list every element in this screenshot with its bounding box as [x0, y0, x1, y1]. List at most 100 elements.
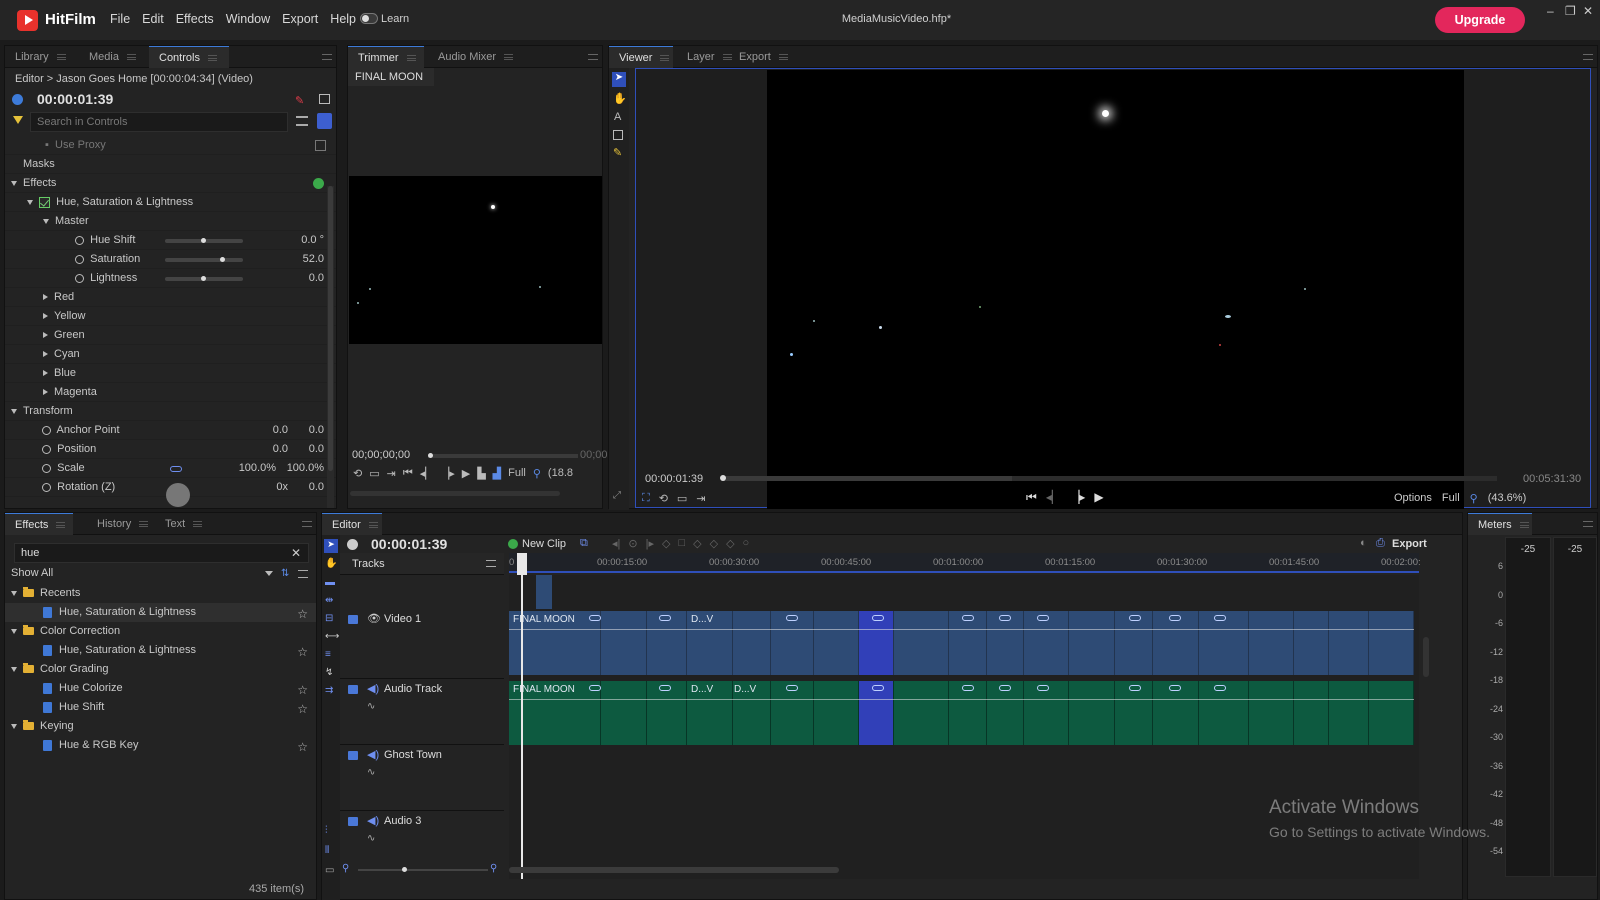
- circle-icon[interactable]: ○: [743, 537, 750, 550]
- zoom-out-icon[interactable]: ⚲: [342, 863, 349, 874]
- master-row[interactable]: Master: [5, 212, 336, 231]
- channel-magenta[interactable]: Magenta: [5, 383, 336, 402]
- tab-export[interactable]: Export: [729, 46, 799, 68]
- slide-tool-icon[interactable]: ⊟: [325, 613, 333, 624]
- overlay-icon[interactable]: ⇥: [387, 467, 396, 480]
- fullscreen-icon[interactable]: ⛶: [642, 492, 650, 505]
- effect-item[interactable]: Hue & RGB Key ☆: [5, 736, 316, 755]
- controls-scrollbar[interactable]: [327, 186, 334, 508]
- marker-icon[interactable]: ⊙: [628, 537, 637, 550]
- rotation-degrees-value[interactable]: 0.0: [309, 478, 324, 497]
- speaker-icon[interactable]: ◀): [367, 682, 379, 695]
- timeline-clip[interactable]: [1369, 681, 1414, 745]
- keyframe-icon[interactable]: [42, 482, 51, 492]
- transform-row[interactable]: Transform: [5, 402, 336, 421]
- timeline-clip[interactable]: [1369, 611, 1414, 675]
- timeline-clip[interactable]: [1249, 681, 1294, 745]
- rotation-dial[interactable]: [166, 483, 190, 507]
- trimmer-zoom[interactable]: (18.8: [548, 467, 573, 480]
- close-button[interactable]: ✕: [1583, 4, 1593, 18]
- panel-menu-icon[interactable]: [302, 521, 312, 527]
- timeline-clip[interactable]: [1294, 611, 1329, 675]
- link-icon[interactable]: [1037, 685, 1049, 691]
- keyframe-icon[interactable]: [75, 235, 84, 245]
- timeline-clip[interactable]: [1329, 611, 1369, 675]
- render-icon[interactable]: ◐: [1360, 537, 1367, 549]
- tab-media[interactable]: Media: [79, 46, 149, 68]
- favorite-star-icon[interactable]: ☆: [297, 738, 308, 757]
- list-menu-icon[interactable]: [298, 570, 308, 578]
- keyframe-icon[interactable]: [42, 444, 51, 454]
- playhead-handle[interactable]: [517, 553, 527, 575]
- timeline-vscroll[interactable]: [1423, 637, 1429, 677]
- pen-tool-icon[interactable]: ✎: [613, 146, 622, 159]
- timeline-clip[interactable]: [733, 611, 771, 675]
- slice-tool-icon[interactable]: ▬: [325, 577, 335, 588]
- minimize-button[interactable]: –: [1547, 4, 1554, 18]
- lightness-value[interactable]: 0.0: [309, 269, 324, 288]
- link-icon[interactable]: [1214, 615, 1226, 621]
- step-forward-icon[interactable]: ▕▸: [441, 467, 455, 480]
- overlay-icon[interactable]: ⇥: [696, 492, 705, 505]
- effect-hsl-row[interactable]: Hue, Saturation & Lightness: [5, 193, 336, 212]
- zoom-icon[interactable]: ⚲: [1470, 492, 1478, 505]
- link-icon[interactable]: [1129, 615, 1141, 621]
- playhead[interactable]: [521, 553, 523, 879]
- audio-track-lane[interactable]: FINAL MOON D...V D...V: [509, 681, 1419, 745]
- trimmer-hscroll[interactable]: [350, 491, 560, 496]
- channel-red[interactable]: Red: [5, 288, 336, 307]
- timeline-clip[interactable]: [1329, 681, 1369, 745]
- go-start-icon[interactable]: ⏮: [1026, 490, 1037, 505]
- clear-search-icon[interactable]: ✕: [291, 546, 301, 560]
- timeline-zoom-slider[interactable]: [358, 867, 488, 872]
- viewer-quality[interactable]: Full: [1442, 492, 1460, 505]
- scale-x-value[interactable]: 100.0%: [239, 459, 276, 478]
- scale-y-value[interactable]: 100.0%: [287, 459, 324, 478]
- effect-item[interactable]: Hue Shift ☆: [5, 698, 316, 717]
- next-marker-icon[interactable]: |▸: [646, 537, 654, 550]
- link-icon[interactable]: [589, 615, 601, 621]
- trimmer-timecode[interactable]: 00;00;00;00: [352, 449, 410, 461]
- roll-tool-icon[interactable]: ≡: [325, 649, 331, 660]
- insert-icon[interactable]: ▭: [369, 467, 379, 480]
- lock-icon[interactable]: [348, 615, 358, 624]
- position-y-value[interactable]: 0.0: [309, 440, 324, 459]
- timeline-clip[interactable]: [894, 681, 949, 745]
- saturation-slider[interactable]: [165, 257, 243, 262]
- timeline-clip[interactable]: [814, 681, 859, 745]
- tab-text[interactable]: Text: [155, 513, 215, 535]
- group-keying[interactable]: Keying: [5, 717, 316, 736]
- channel-blue[interactable]: Blue: [5, 364, 336, 383]
- panel-menu-icon[interactable]: [322, 54, 332, 60]
- link-icon[interactable]: [999, 615, 1011, 621]
- step-forward-icon[interactable]: ▕▸: [1070, 490, 1085, 505]
- position-x-value[interactable]: 0.0: [273, 440, 288, 459]
- tab-viewer[interactable]: Viewer: [609, 46, 673, 68]
- go-start-icon[interactable]: ⏮: [403, 467, 413, 480]
- zoom-in-icon[interactable]: ⚲: [490, 863, 497, 874]
- speaker-icon[interactable]: ◀): [367, 748, 379, 761]
- keyframe-icon[interactable]: [75, 273, 84, 283]
- out-point-icon[interactable]: ▟: [493, 467, 501, 480]
- timeline-clip[interactable]: [601, 611, 647, 675]
- timeline-clip[interactable]: [1249, 611, 1294, 675]
- effect-item[interactable]: Hue, Saturation & Lightness ☆: [5, 641, 316, 660]
- link-icon[interactable]: [1169, 615, 1181, 621]
- timeline-clip[interactable]: [601, 681, 647, 745]
- track-name[interactable]: Audio 3: [384, 815, 421, 827]
- in-point-icon[interactable]: ▙: [477, 467, 485, 480]
- saturation-value[interactable]: 52.0: [303, 250, 324, 269]
- group-color-correction[interactable]: Color Correction: [5, 622, 316, 641]
- lock-icon[interactable]: [348, 817, 358, 826]
- step-back-icon[interactable]: ◂▏: [420, 467, 434, 480]
- tab-effects[interactable]: Effects: [5, 513, 73, 535]
- effects-search-input[interactable]: hue: [14, 543, 309, 563]
- diamond-icon[interactable]: ◇: [662, 537, 670, 550]
- use-proxy-checkbox[interactable]: [315, 140, 326, 151]
- eye-icon[interactable]: 👁: [367, 612, 381, 625]
- new-clip-icon[interactable]: [508, 539, 518, 549]
- text-tool-icon[interactable]: A: [614, 111, 621, 123]
- sort-icon[interactable]: ⇅: [281, 568, 289, 579]
- list-view-icon[interactable]: [296, 116, 308, 126]
- expand-icon[interactable]: ⤢: [613, 490, 621, 501]
